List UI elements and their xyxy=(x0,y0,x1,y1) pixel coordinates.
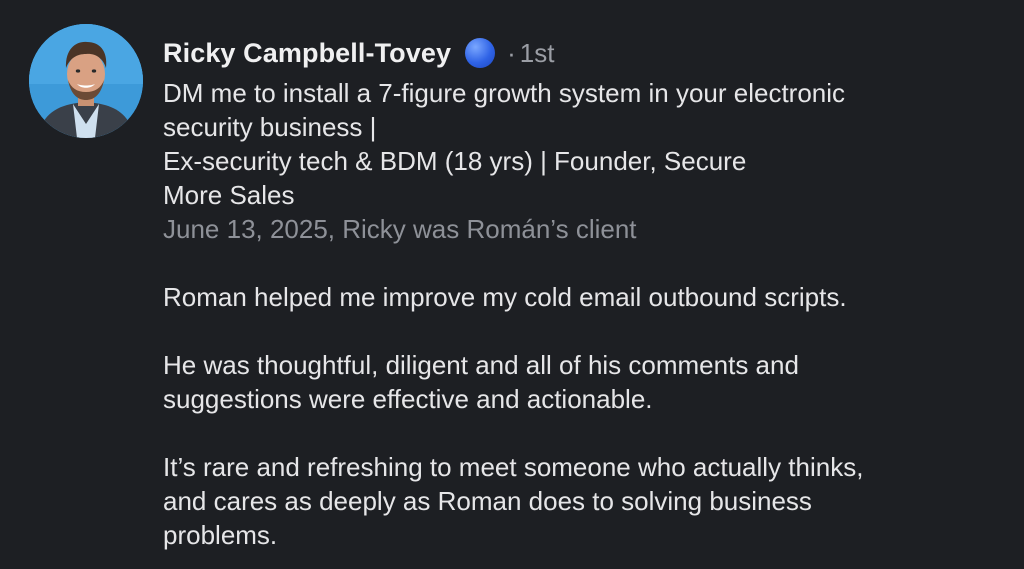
profile-photo xyxy=(29,24,143,138)
headline-line: Ex-security tech & BDM (18 yrs) | Founde… xyxy=(163,146,747,176)
profile-content: Ricky Campbell-Tovey · 1st DM me to inst… xyxy=(163,30,1008,552)
profile-name[interactable]: Ricky Campbell-Tovey xyxy=(163,38,451,69)
recommendation-paragraph: It’s rare and refreshing to meet someone… xyxy=(163,450,1008,552)
headline-line: security business | xyxy=(163,112,377,142)
recommendation-paragraph: Roman helped me improve my cold email ou… xyxy=(163,280,1008,314)
degree-separator: · xyxy=(507,37,516,68)
headline-line: DM me to install a 7-figure growth syste… xyxy=(163,78,846,108)
profile-headline: DM me to install a 7-figure growth syste… xyxy=(163,76,1008,212)
paragraph-line: and cares as deeply as Roman does to sol… xyxy=(163,486,812,516)
recommendation-card: Ricky Campbell-Tovey · 1st DM me to inst… xyxy=(0,0,1024,569)
paragraph-line: It’s rare and refreshing to meet someone… xyxy=(163,452,864,482)
recommendation-paragraph: He was thoughtful, diligent and all of h… xyxy=(163,348,1008,416)
headline-line: More Sales xyxy=(163,180,295,210)
verified-badge-icon xyxy=(465,38,496,68)
paragraph-line: Roman helped me improve my cold email ou… xyxy=(163,282,847,312)
paragraph-line: He was thoughtful, diligent and all of h… xyxy=(163,350,799,380)
paragraph-line: problems. xyxy=(163,520,278,550)
recommendation-meta: June 13, 2025, Ricky was Román’s client xyxy=(163,214,637,244)
name-row: Ricky Campbell-Tovey · 1st xyxy=(163,30,1008,76)
connection-degree: 1st xyxy=(519,37,555,68)
paragraph-line: suggestions were effective and actionabl… xyxy=(163,384,653,414)
avatar[interactable] xyxy=(29,24,143,138)
